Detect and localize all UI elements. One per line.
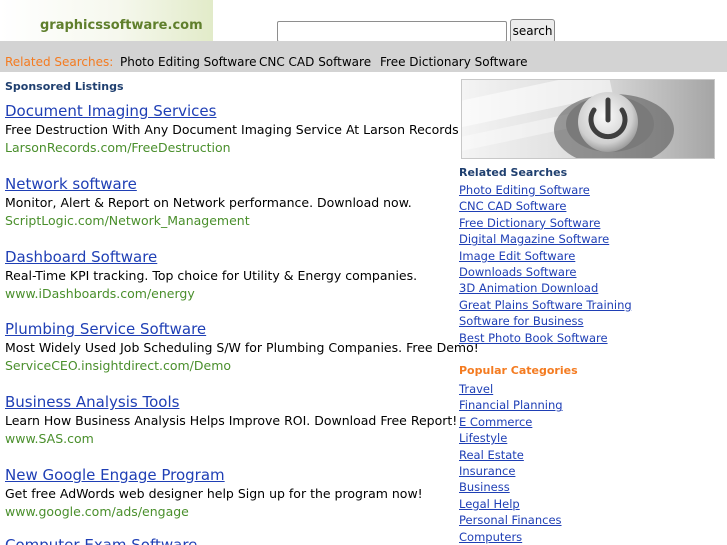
site-logo[interactable]: graphicssoftware.com (40, 18, 203, 33)
list-item: Image Edit Software (459, 247, 632, 263)
related-searches-bar: Related Searches: Photo Editing Software… (0, 41, 727, 72)
list-item: Lifestyle (459, 429, 563, 445)
list-item: Real Estate (459, 446, 563, 462)
listing-google-engage: New Google Engage Program Get free AdWor… (5, 466, 423, 520)
listing-description: Free Destruction With Any Document Imagi… (5, 122, 459, 137)
category-link[interactable]: E Commerce (459, 415, 532, 429)
listing-description: Learn How Business Analysis Helps Improv… (5, 413, 458, 428)
listing-title[interactable]: Computer Exam Software (5, 536, 197, 545)
sidebar-related-searches-list: Photo Editing Software CNC CAD Software … (459, 181, 632, 345)
list-item: Digital Magazine Software (459, 230, 632, 246)
listing-url[interactable]: www.iDashboards.com/energy (5, 285, 417, 302)
sidebar-related-link[interactable]: Downloads Software (459, 265, 577, 279)
list-item: Personal Finances (459, 511, 563, 527)
list-item: Business (459, 478, 563, 494)
list-item: Best Photo Book Software (459, 329, 632, 345)
related-bar-link-cnc-cad[interactable]: CNC CAD Software (259, 55, 371, 69)
sidebar-related-link[interactable]: CNC CAD Software (459, 199, 566, 213)
listing-url[interactable]: ServiceCEO.insightdirect.com/Demo (5, 357, 479, 374)
header: graphicssoftware.com search (0, 0, 727, 43)
listing-url[interactable]: www.google.com/ads/engage (5, 503, 423, 520)
category-link[interactable]: Travel (459, 382, 493, 396)
category-link[interactable]: Lifestyle (459, 431, 507, 445)
list-item: 3D Animation Download (459, 279, 632, 295)
list-item: Photo Editing Software (459, 181, 632, 197)
listing-business-analysis: Business Analysis Tools Learn How Busine… (5, 393, 457, 447)
sidebar-related-link[interactable]: Digital Magazine Software (459, 232, 609, 246)
list-item: CNC CAD Software (459, 197, 632, 213)
category-link[interactable]: Personal Finances (459, 513, 562, 527)
listing-title[interactable]: Document Imaging Services (5, 102, 459, 121)
category-link[interactable]: Financial Planning (459, 398, 563, 412)
sidebar-related-link[interactable]: Photo Editing Software (459, 183, 590, 197)
list-item: Computers (459, 528, 563, 544)
sidebar-related-link[interactable]: Free Dictionary Software (459, 216, 600, 230)
listing-plumbing-service: Plumbing Service Software Most Widely Us… (5, 320, 479, 374)
category-link[interactable]: Computers (459, 530, 522, 544)
listing-description: Most Widely Used Job Scheduling S/W for … (5, 340, 479, 355)
listing-title[interactable]: Business Analysis Tools (5, 393, 457, 412)
listing-url[interactable]: ScriptLogic.com/Network_Management (5, 212, 412, 229)
search-input[interactable] (277, 21, 507, 42)
listing-dashboard-software: Dashboard Software Real-Time KPI trackin… (5, 248, 417, 302)
search-button[interactable]: search (510, 19, 555, 43)
sidebar-related-link[interactable]: Image Edit Software (459, 249, 575, 263)
list-item: E Commerce (459, 413, 563, 429)
listing-title[interactable]: Plumbing Service Software (5, 320, 479, 339)
listing-description: Monitor, Alert & Report on Network perfo… (5, 195, 412, 210)
listing-document-imaging: Document Imaging Services Free Destructi… (5, 102, 459, 156)
list-item: Downloads Software (459, 263, 632, 279)
list-item: Insurance (459, 462, 563, 478)
list-item: Great Plains Software Training (459, 296, 632, 312)
list-item: Travel (459, 380, 563, 396)
sidebar-related-link[interactable]: Great Plains Software Training (459, 298, 632, 312)
listing-url[interactable]: www.SAS.com (5, 430, 457, 447)
category-link[interactable]: Legal Help (459, 497, 520, 511)
listing-title[interactable]: Dashboard Software (5, 248, 417, 267)
sponsored-listings-heading: Sponsored Listings (5, 80, 124, 93)
popular-categories-heading: Popular Categories (459, 364, 578, 377)
category-link[interactable]: Real Estate (459, 448, 524, 462)
listing-title[interactable]: Network software (5, 175, 412, 194)
sidebar-related-searches-heading: Related Searches (459, 166, 568, 179)
related-bar-link-free-dictionary[interactable]: Free Dictionary Software (380, 55, 528, 69)
listing-url[interactable]: LarsonRecords.com/FreeDestruction (5, 139, 459, 156)
category-link[interactable]: Insurance (459, 464, 515, 478)
listing-network-software: Network software Monitor, Alert & Report… (5, 175, 412, 229)
related-searches-label: Related Searches: (5, 55, 114, 69)
listing-computer-exam: Computer Exam Software (5, 536, 197, 545)
list-item: Financial Planning (459, 396, 563, 412)
related-bar-link-photo-editing[interactable]: Photo Editing Software (120, 55, 257, 69)
sidebar-related-link[interactable]: Best Photo Book Software (459, 331, 608, 345)
listing-title[interactable]: New Google Engage Program (5, 466, 423, 485)
category-link[interactable]: Business (459, 480, 510, 494)
list-item: Legal Help (459, 495, 563, 511)
popular-categories-list: Travel Financial Planning E Commerce Lif… (459, 380, 563, 544)
list-item: Free Dictionary Software (459, 214, 632, 230)
sidebar-related-link[interactable]: Software for Business (459, 314, 584, 328)
listing-description: Real-Time KPI tracking. Top choice for U… (5, 268, 418, 283)
listing-description: Get free AdWords web designer help Sign … (5, 486, 423, 501)
sidebar-related-link[interactable]: 3D Animation Download (459, 281, 598, 295)
power-button-icon (461, 79, 715, 159)
list-item: Software for Business (459, 312, 632, 328)
